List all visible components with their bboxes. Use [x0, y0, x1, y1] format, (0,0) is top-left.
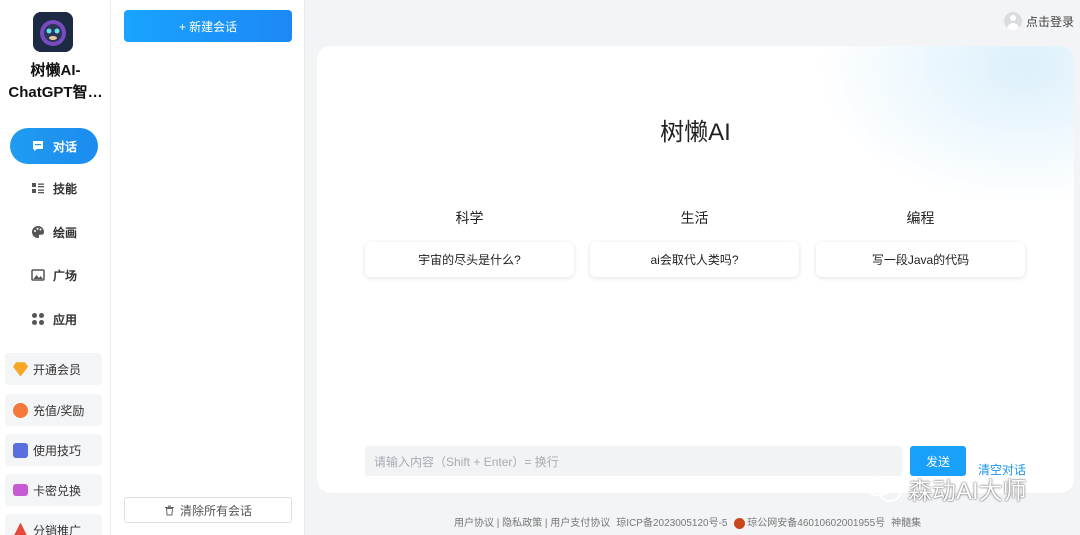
- chat-icon: [32, 141, 43, 151]
- category-science: 科学: [455, 210, 484, 226]
- vip-button[interactable]: 开通会员: [5, 353, 102, 385]
- nav-item-label: 绘画: [52, 225, 77, 240]
- palette-icon: [31, 226, 44, 238]
- left-nav: 树懒AI- ChatGPT智… 对话 技能 绘画 广场 应用 开通会员 充值/奖…: [0, 0, 111, 535]
- affiliate-button-label: 分销推广: [33, 523, 82, 535]
- card-icon: [13, 484, 28, 496]
- coin-icon: [13, 402, 28, 418]
- category-programming: 编程: [906, 210, 935, 226]
- book-icon: [13, 442, 28, 458]
- diamond-icon: [13, 362, 28, 377]
- suggestion-card[interactable]: ai会取代人类吗?: [590, 242, 799, 277]
- police-label: 琼公网安备46010602001955号: [747, 518, 886, 529]
- app-logo: [33, 12, 73, 52]
- footer-links[interactable]: 用户协议 | 隐私政策 | 用户支付协议: [454, 514, 610, 529]
- list-icon: [31, 183, 44, 194]
- tips-button[interactable]: 使用技巧: [5, 434, 102, 466]
- nav-item-plaza[interactable]: 广场: [10, 257, 98, 293]
- new-chat-button[interactable]: + 新建会话: [124, 10, 292, 42]
- footer: 用户协议 | 隐私政策 | 用户支付协议 琼ICP备2023005120号-5 …: [454, 514, 921, 529]
- avatar-icon: [1004, 12, 1022, 30]
- nav-item-label: 技能: [52, 181, 77, 196]
- app-name: 树懒AI- ChatGPT智…: [0, 60, 111, 104]
- category-life: 生活: [680, 210, 709, 226]
- redeem-button-label: 卡密兑换: [33, 483, 82, 498]
- tips-button-label: 使用技巧: [33, 443, 82, 458]
- police-icon: [733, 517, 745, 529]
- redeem-button[interactable]: 卡密兑换: [5, 474, 102, 506]
- suggestion-card[interactable]: 宇宙的尽头是什么?: [365, 242, 574, 277]
- conversation-sidebar: + 新建会话 清除所有会话: [111, 0, 305, 535]
- clear-chat-link[interactable]: 清空对话: [978, 461, 1026, 478]
- vip-button-label: 开通会员: [33, 362, 82, 377]
- nav-item-chat[interactable]: 对话: [10, 128, 98, 164]
- app-name-line2: ChatGPT智…: [8, 84, 103, 101]
- recharge-button[interactable]: 充值/奖励: [5, 394, 102, 426]
- recharge-button-label: 充值/奖励: [33, 403, 85, 418]
- nav-item-skills[interactable]: 技能: [10, 170, 98, 206]
- apps-icon: [31, 313, 44, 325]
- login-link[interactable]: 点击登录: [1004, 12, 1074, 30]
- app-name-line1: 树懒AI-: [30, 62, 81, 79]
- send-button[interactable]: 发送: [910, 446, 966, 476]
- nav-item-label: 应用: [52, 312, 77, 327]
- login-label: 点击登录: [1026, 14, 1075, 29]
- image-icon: [31, 269, 45, 281]
- nav-item-painting[interactable]: 绘画: [10, 214, 98, 250]
- nav-item-label: 对话: [52, 139, 77, 154]
- trash-icon: [164, 505, 174, 515]
- police-badge[interactable]: 琼公网安备46010602001955号: [733, 514, 886, 529]
- nav-item-label: 广场: [52, 268, 77, 283]
- message-input[interactable]: 请输入内容（Shift + Enter）= 换行: [365, 446, 902, 476]
- footer-extra[interactable]: 神髓集: [891, 514, 921, 529]
- clear-all-button[interactable]: 清除所有会话: [124, 497, 292, 523]
- suggestion-card[interactable]: 写一段Java的代码: [816, 242, 1025, 277]
- page-title: 树懒AI: [660, 119, 731, 146]
- nav-item-apps[interactable]: 应用: [10, 301, 98, 337]
- network-icon: [13, 522, 28, 535]
- affiliate-button[interactable]: 分销推广: [5, 514, 102, 535]
- icp-link[interactable]: 琼ICP备2023005120号-5: [616, 514, 727, 529]
- clear-all-label: 清除所有会话: [179, 503, 252, 518]
- chat-panel: 树懒AI 科学 生活 编程 宇宙的尽头是什么? ai会取代人类吗? 写一段Jav…: [317, 46, 1074, 493]
